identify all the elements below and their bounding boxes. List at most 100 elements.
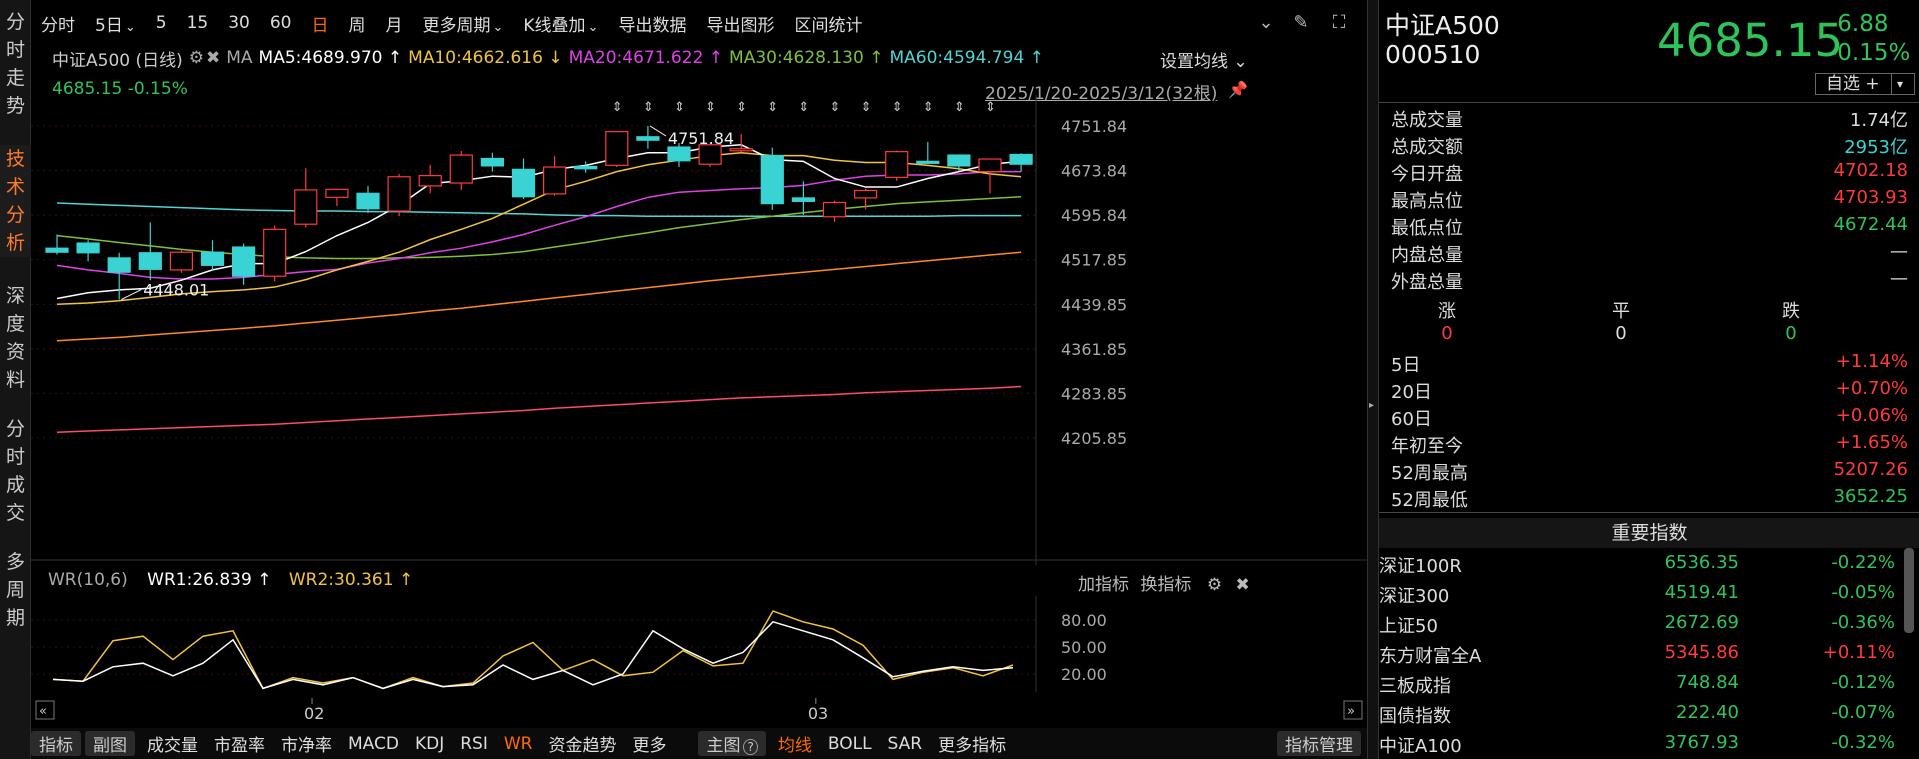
index-row[interactable]: 国债指数 222.40 -0.07% [1379, 702, 1909, 732]
nav-item-1[interactable]: 技术分析 [0, 145, 31, 257]
index-value: 222.40 [1676, 702, 1739, 723]
event-marker-icon[interactable]: ⇕ [861, 100, 872, 115]
event-marker-icon[interactable]: ⇕ [923, 100, 934, 115]
event-marker-icon[interactable]: ⇕ [798, 100, 809, 115]
candle[interactable] [1009, 153, 1033, 172]
toolbar-item-2[interactable]: 5 [146, 13, 177, 33]
event-marker-icon[interactable]: ⇕ [612, 100, 623, 115]
nav-item-2[interactable]: 深度资料 [0, 282, 31, 394]
candle[interactable] [263, 225, 287, 282]
indicator-tab-12[interactable]: 均线 [770, 731, 820, 756]
toolbar-item-8[interactable]: 月 [375, 11, 412, 36]
brush-icon[interactable]: ✎ [1290, 12, 1312, 34]
indicator-tab-11[interactable]: 主图? [698, 731, 766, 756]
candle[interactable] [480, 152, 504, 172]
candle[interactable] [356, 185, 380, 213]
candle[interactable] [449, 151, 473, 190]
index-row[interactable]: 东方财富全A 5345.86 +0.11% [1379, 642, 1909, 672]
indicator-tab-0[interactable]: 指标 [31, 731, 81, 756]
toolbar-item-0[interactable]: 分时 [31, 11, 85, 36]
candle[interactable] [76, 240, 100, 262]
candle[interactable] [916, 141, 940, 164]
candle[interactable] [200, 240, 225, 272]
toolbar-item-label: 更多周期 [422, 15, 491, 36]
candle[interactable] [138, 222, 162, 281]
candle[interactable] [822, 200, 847, 222]
toolbar-item-11[interactable]: 导出数据 [608, 11, 696, 36]
candle[interactable] [232, 243, 256, 285]
candle[interactable] [387, 173, 411, 217]
indicator-tab-2[interactable]: 成交量 [139, 731, 206, 756]
toolbar-item-9[interactable]: 更多周期 ⌄ [412, 11, 513, 36]
candle[interactable] [107, 252, 131, 300]
indicator-tab-8[interactable]: WR [496, 734, 541, 754]
collapse-arrow-icon[interactable]: ▸ [1369, 400, 1377, 414]
toolbar-item-5[interactable]: 60 [260, 13, 302, 33]
gear-icon[interactable]: ⚙ [1207, 575, 1222, 595]
candle[interactable] [542, 156, 567, 196]
wr1-value: WR1:26.839 ↑ [147, 570, 272, 590]
indicator-tab-13[interactable]: BOLL [820, 734, 880, 754]
toolbar-item-3[interactable]: 15 [177, 13, 219, 33]
toolbar-item-6[interactable]: 日 [301, 11, 338, 36]
event-marker-icon[interactable]: ⇕ [892, 100, 903, 115]
index-row[interactable]: 上证50 2672.69 -0.36% [1379, 612, 1909, 642]
toolbar-item-12[interactable]: 导出图形 [696, 11, 784, 36]
scrollbar[interactable] [1904, 548, 1914, 633]
close-icon[interactable]: ✖ [206, 48, 220, 68]
event-marker-icon[interactable]: ⇕ [830, 100, 841, 115]
candle[interactable] [169, 249, 193, 273]
toolbar-item-1[interactable]: 5日 ⌄ [85, 11, 146, 36]
indicator-tab-6[interactable]: KDJ [407, 734, 452, 754]
indicator-tab-14[interactable]: SAR [880, 734, 931, 754]
candle[interactable] [511, 158, 536, 200]
event-marker-icon[interactable]: ⇕ [736, 100, 747, 115]
toolbar-item-10[interactable]: K线叠加 ⌄ [513, 11, 608, 36]
fullscreen-icon[interactable]: ⛶ [1328, 12, 1350, 34]
candle[interactable] [605, 131, 629, 168]
event-marker-icon[interactable]: ⇕ [705, 100, 716, 115]
indicator-tab-10[interactable]: 更多 [624, 731, 674, 756]
indicator-tab-15[interactable]: 更多指标 [930, 731, 1014, 756]
candle[interactable] [294, 168, 318, 228]
indicator-tab-3[interactable]: 市盈率 [206, 731, 273, 756]
add-watchlist-button[interactable]: 自选 + ▾ [1815, 73, 1915, 95]
event-marker-icon[interactable]: ⇕ [767, 100, 778, 115]
index-row[interactable]: 三板成指 748.84 -0.12% [1379, 672, 1909, 702]
toolbar-item-13[interactable]: 区间统计 [784, 11, 872, 36]
indicator-tab-9[interactable]: 资金趋势 [540, 731, 624, 756]
candle[interactable] [978, 158, 1002, 194]
set-ma-dropdown[interactable]: 设置均线 ⌄ [1160, 47, 1248, 72]
wr-chart[interactable]: 80.00 50.00 20.00 [31, 596, 1367, 692]
indicator-tab-5[interactable]: MACD [340, 734, 407, 754]
nav-item-0[interactable]: 分时走势 [0, 8, 31, 120]
gear-icon[interactable]: ⚙ [189, 48, 204, 68]
add-indicator-button[interactable]: 加指标 [1078, 575, 1129, 595]
index-row[interactable]: 中证A100 3767.93 -0.32% [1379, 732, 1909, 759]
dropdown-arrow-icon[interactable]: ▾ [1897, 74, 1903, 94]
close-icon[interactable]: ✖ [1235, 575, 1249, 595]
indicator-tab-7[interactable]: RSI [452, 734, 496, 754]
event-marker-icon[interactable]: ⇕ [643, 100, 654, 115]
indicator-tab-4[interactable]: 市净率 [273, 731, 340, 756]
candle[interactable] [760, 147, 784, 210]
candle[interactable] [325, 188, 349, 206]
help-icon[interactable]: ? [743, 739, 758, 755]
event-marker-icon[interactable]: ⇕ [954, 100, 965, 115]
indicator-tab-1[interactable]: 副图 [85, 731, 135, 756]
switch-indicator-button[interactable]: 换指标 [1140, 575, 1191, 595]
event-marker-icon[interactable]: ⇕ [985, 100, 996, 115]
toolbar-item-4[interactable]: 30 [218, 13, 260, 33]
candle[interactable] [45, 234, 69, 255]
nav-item-3[interactable]: 分时成交 [0, 415, 31, 527]
event-marker-icon[interactable]: ⇕ [674, 100, 685, 115]
indicator-manage-button[interactable]: 指标管理 [1277, 731, 1361, 756]
chevron-circle-icon[interactable]: ⌄ [1255, 12, 1277, 34]
candle[interactable] [885, 150, 909, 181]
candlestick-chart[interactable]: 4751.84 4673.84 4595.84 4517.85 4439.85 4361.… [31, 95, 1367, 565]
panel-divider[interactable] [1367, 0, 1378, 759]
index-row[interactable]: 深证300 4519.41 -0.05% [1379, 582, 1909, 612]
toolbar-item-7[interactable]: 周 [338, 11, 375, 36]
nav-item-4[interactable]: 多周期 [0, 548, 31, 632]
index-row[interactable]: 深证100R 6536.35 -0.22% [1379, 552, 1909, 582]
